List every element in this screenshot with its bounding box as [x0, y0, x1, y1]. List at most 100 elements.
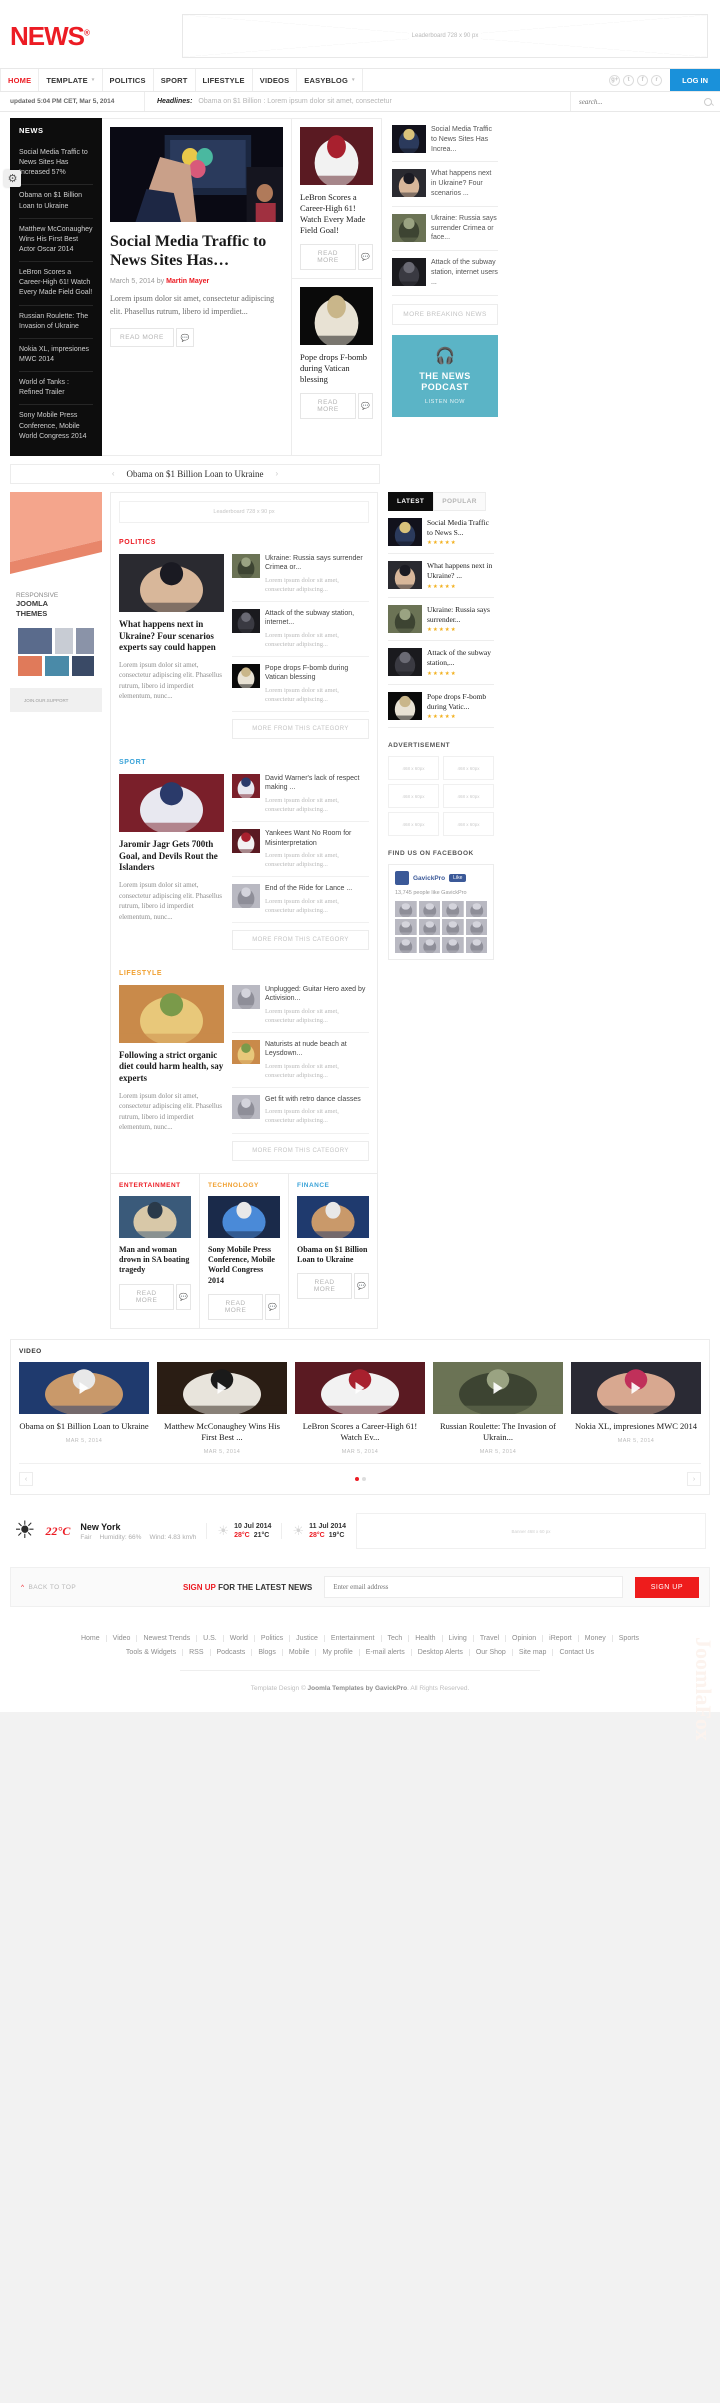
- signup-button[interactable]: SIGN UP: [634, 1576, 699, 1598]
- bottom-block-title[interactable]: Obama on $1 Billion Loan to Ukraine: [297, 1245, 369, 1266]
- news-panel-item[interactable]: World of Tanks : Refined Trailer: [19, 372, 93, 406]
- headlines-text[interactable]: Obama on $1 Billion : Lorem ipsum dolor …: [198, 98, 391, 105]
- article-slider-strip[interactable]: ‹ Obama on $1 Billion Loan to Ukraine ›: [10, 463, 380, 484]
- footer-link[interactable]: RSS: [183, 1649, 211, 1657]
- featured-article-title[interactable]: Social Media Traffic to News Sites Has…: [110, 232, 283, 270]
- video-card[interactable]: Obama on $1 Billion Loan to Ukraine MAR 5…: [19, 1362, 149, 1455]
- breaking-news-item[interactable]: Ukraine: Russia says surrender Crimea or…: [392, 207, 498, 252]
- footer-link[interactable]: Blogs: [252, 1649, 283, 1657]
- read-more-button[interactable]: READ MORE: [300, 393, 356, 420]
- footer-link[interactable]: Contact Us: [553, 1649, 600, 1656]
- nav-item-home[interactable]: HOME: [0, 69, 40, 91]
- back-to-top-link[interactable]: ^ BACK TO TOP: [21, 1584, 171, 1591]
- sidebar-list-item[interactable]: What happens next in Ukraine? ... ★★★★★: [388, 554, 494, 598]
- comment-icon[interactable]: 💬: [176, 1283, 191, 1310]
- sidebar-ad-cell[interactable]: 468 x 60px: [443, 756, 494, 781]
- sidebar-list-item[interactable]: Social Media Traffic to News S... ★★★★★: [388, 511, 494, 555]
- footer-link[interactable]: Desktop Alerts: [412, 1649, 470, 1657]
- category-heading[interactable]: POLITICS: [119, 539, 369, 546]
- secondary-article-image[interactable]: [300, 287, 373, 346]
- weather-banner-ad[interactable]: Banner 468 x 60 px: [356, 1513, 706, 1550]
- video-thumbnail[interactable]: [157, 1362, 287, 1415]
- footer-link[interactable]: World: [224, 1635, 255, 1643]
- sidebar-ad-cell[interactable]: 468 x 60px: [443, 784, 494, 809]
- footer-link[interactable]: iReport: [543, 1635, 579, 1643]
- footer-link[interactable]: U.S.: [197, 1635, 224, 1643]
- bottom-block-heading[interactable]: TECHNOLOGY: [208, 1182, 280, 1189]
- category-more-button[interactable]: MORE FROM THIS CATEGORY: [232, 1140, 369, 1161]
- bottom-block-title[interactable]: Sony Mobile Press Conference, Mobile Wor…: [208, 1245, 280, 1287]
- read-more-button[interactable]: READ MORE: [300, 244, 356, 271]
- podcast-listen-link[interactable]: LISTEN NOW: [400, 399, 490, 405]
- facebook-like-button[interactable]: Like: [449, 874, 467, 883]
- video-card[interactable]: LeBron Scores a Career-High 61! Watch Ev…: [295, 1362, 425, 1455]
- video-thumbnail[interactable]: [571, 1362, 701, 1415]
- featured-article-image[interactable]: [110, 127, 283, 222]
- video-card[interactable]: Nokia XL, impresiones MWC 2014 MAR 5, 201…: [571, 1362, 701, 1455]
- video-card[interactable]: Matthew McConaughey Wins His First Best …: [157, 1362, 287, 1455]
- footer-link[interactable]: Tools & Widgets: [120, 1649, 184, 1657]
- bottom-block-heading[interactable]: ENTERTAINMENT: [119, 1182, 191, 1189]
- social-icon-r[interactable]: r: [651, 74, 663, 86]
- sidebar-list-item[interactable]: Ukraine: Russia says surrender... ★★★★★: [388, 598, 494, 642]
- news-panel-item[interactable]: Social Media Traffic to News Sites Has I…: [19, 142, 93, 186]
- category-list-item[interactable]: David Warner's lack of respect making ..…: [232, 774, 369, 823]
- search-input[interactable]: [579, 97, 704, 106]
- read-more-button[interactable]: READ MORE: [119, 1283, 175, 1310]
- category-lead-image[interactable]: [119, 984, 224, 1043]
- facebook-widget[interactable]: GavickPro Like 13,745 people like Gavick…: [388, 864, 494, 961]
- footer-link[interactable]: Newest Trends: [137, 1635, 198, 1643]
- slider-prev-icon[interactable]: ‹: [112, 469, 115, 478]
- video-card[interactable]: Russian Roulette: The Invasion of Ukrain…: [433, 1362, 563, 1455]
- video-thumbnail[interactable]: [433, 1362, 563, 1415]
- gear-icon[interactable]: ⚙: [4, 170, 21, 187]
- sidebar-ad-cell[interactable]: 468 x 60px: [388, 812, 439, 837]
- sidebar-tab-popular[interactable]: POPULAR: [433, 491, 486, 511]
- search-icon[interactable]: [704, 97, 712, 106]
- email-input[interactable]: [324, 1576, 623, 1599]
- footer-link[interactable]: Living: [443, 1635, 474, 1643]
- footer-link[interactable]: Site map: [513, 1649, 554, 1657]
- play-icon[interactable]: [631, 1382, 641, 1395]
- copyright-brand[interactable]: Joomla Templates by GavickPro: [308, 1685, 408, 1692]
- facebook-friend-avatar[interactable]: [442, 919, 464, 936]
- footer-link[interactable]: Video: [107, 1635, 138, 1643]
- left-skyscraper-ad[interactable]: RESPONSIVE JOOMLA THEMES JOIN.OUR.SUPPOR…: [10, 491, 102, 714]
- video-prev-button[interactable]: ‹: [19, 1472, 33, 1487]
- breaking-news-item[interactable]: What happens next in Ukraine? Four scena…: [392, 162, 498, 207]
- news-panel-item[interactable]: Russian Roulette: The Invasion of Ukrain…: [19, 306, 93, 339]
- read-more-button[interactable]: READ MORE: [208, 1294, 264, 1321]
- nav-item-sport[interactable]: SPORT: [154, 69, 196, 91]
- footer-link[interactable]: Sports: [613, 1635, 645, 1642]
- footer-link[interactable]: Justice: [290, 1635, 325, 1643]
- category-lead-title[interactable]: Following a strict organic diet could ha…: [119, 1050, 224, 1085]
- footer-link[interactable]: My profile: [316, 1649, 360, 1657]
- secondary-article-title[interactable]: LeBron Scores a Career-High 61! Watch Ev…: [300, 192, 373, 236]
- social-icon-f[interactable]: f: [637, 74, 649, 86]
- facebook-friend-avatar[interactable]: [395, 919, 417, 936]
- inner-leaderboard-ad[interactable]: Leaderboard 728 x 90 px: [119, 500, 369, 523]
- news-panel-item[interactable]: Sony Mobile Press Conference, Mobile Wor…: [19, 405, 93, 447]
- category-list-item[interactable]: Yankees Want No Room for Misinterpretati…: [232, 829, 369, 878]
- nav-item-easyblog[interactable]: EASYBLOG ▾: [297, 69, 363, 91]
- sidebar-tab-latest[interactable]: LATEST: [388, 491, 434, 511]
- carousel-dot-active[interactable]: [354, 1477, 359, 1482]
- social-icon-t[interactable]: t: [623, 74, 635, 86]
- breaking-news-item[interactable]: Social Media Traffic to News Sites Has I…: [392, 118, 498, 163]
- comment-icon[interactable]: 💬: [175, 328, 194, 348]
- category-lead-title[interactable]: What happens next in Ukraine? Four scena…: [119, 619, 224, 654]
- nav-item-videos[interactable]: VIDEOS: [253, 69, 298, 91]
- video-thumbnail[interactable]: [19, 1362, 149, 1415]
- footer-link[interactable]: Entertainment: [325, 1635, 382, 1643]
- category-list-item[interactable]: Naturists at nude beach at Leysdown... Lo…: [232, 1039, 369, 1088]
- bottom-block-image[interactable]: [297, 1195, 369, 1238]
- footer-link[interactable]: Opinion: [506, 1635, 544, 1643]
- category-list-item[interactable]: End of the Ride for Lance ... Lorem ipsum…: [232, 884, 369, 923]
- bottom-block-title[interactable]: Man and woman drown in SA boating traged…: [119, 1245, 191, 1276]
- category-heading[interactable]: LIFESTYLE: [119, 970, 369, 977]
- category-lead-image[interactable]: [119, 553, 224, 612]
- search-box[interactable]: [570, 92, 720, 111]
- facebook-friend-avatar[interactable]: [395, 937, 417, 954]
- comment-icon[interactable]: 💬: [354, 1273, 369, 1300]
- sidebar-ad-cell[interactable]: 468 x 60px: [388, 784, 439, 809]
